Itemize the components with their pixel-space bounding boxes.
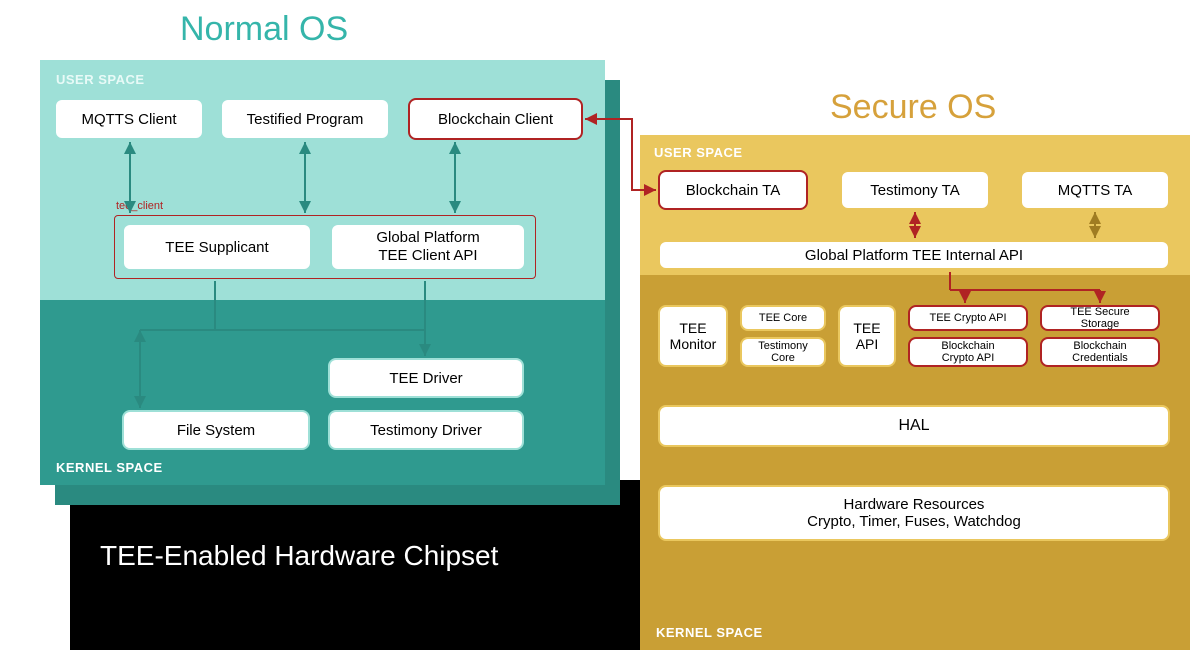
box-secure-storage: TEE Secure Storage: [1040, 305, 1160, 331]
secure-kernel-space: TEE Monitor TEE Core Testimony Core TEE …: [640, 275, 1190, 650]
hw-resources-sub: Crypto, Timer, Fuses, Watchdog: [807, 513, 1021, 530]
box-blockchain-ta: Blockchain TA: [658, 170, 808, 210]
box-testimony-core: Testimony Core: [740, 337, 826, 367]
normal-os-panel: USER SPACE MQTTS Client Testified Progra…: [40, 60, 605, 485]
box-blockchain-credentials: Blockchain Credentials: [1040, 337, 1160, 367]
user-space-label: USER SPACE: [56, 72, 589, 87]
box-blockchain-crypto: Blockchain Crypto API: [908, 337, 1028, 367]
box-hardware-resources: Hardware Resources Crypto, Timer, Fuses,…: [658, 485, 1170, 541]
secure-os-panel: USER SPACE Blockchain TA Testimony TA MQ…: [640, 135, 1190, 650]
box-hal: HAL: [658, 405, 1170, 447]
secure-user-space: USER SPACE Blockchain TA Testimony TA MQ…: [640, 135, 1190, 275]
diagram-canvas: TEE-Enabled Hardware Chipset Normal OS S…: [0, 0, 1200, 672]
box-mqtts-client: MQTTS Client: [54, 98, 204, 140]
secure-os-title: Secure OS: [830, 88, 996, 127]
kernel-space-label: KERNEL SPACE: [56, 460, 163, 475]
box-tee-api: TEE API: [838, 305, 896, 367]
box-testimony-ta: Testimony TA: [840, 170, 990, 210]
box-testified-program: Testified Program: [220, 98, 390, 140]
tee-client-label: tee_client: [116, 200, 163, 212]
box-tee-crypto-api: TEE Crypto API: [908, 305, 1028, 331]
box-tee-monitor: TEE Monitor: [658, 305, 728, 367]
box-tee-supplicant: TEE Supplicant: [122, 223, 312, 271]
normal-kernel-space: TEE Driver File System Testimony Driver …: [40, 300, 605, 485]
box-gp-client-api: Global Platform TEE Client API: [330, 223, 526, 271]
box-mqtts-ta: MQTTS TA: [1020, 170, 1170, 210]
secure-kernel-space-label: KERNEL SPACE: [656, 625, 763, 640]
box-blockchain-client: Blockchain Client: [408, 98, 583, 140]
secure-user-space-label: USER SPACE: [654, 145, 1176, 160]
box-testimony-driver: Testimony Driver: [328, 410, 524, 450]
box-tee-core: TEE Core: [740, 305, 826, 331]
box-file-system: File System: [122, 410, 310, 450]
hw-resources-title: Hardware Resources: [844, 496, 985, 513]
normal-os-title: Normal OS: [180, 10, 348, 49]
normal-user-space: USER SPACE MQTTS Client Testified Progra…: [40, 60, 605, 300]
box-tee-driver: TEE Driver: [328, 358, 524, 398]
box-gp-internal-api: Global Platform TEE Internal API: [658, 240, 1170, 270]
